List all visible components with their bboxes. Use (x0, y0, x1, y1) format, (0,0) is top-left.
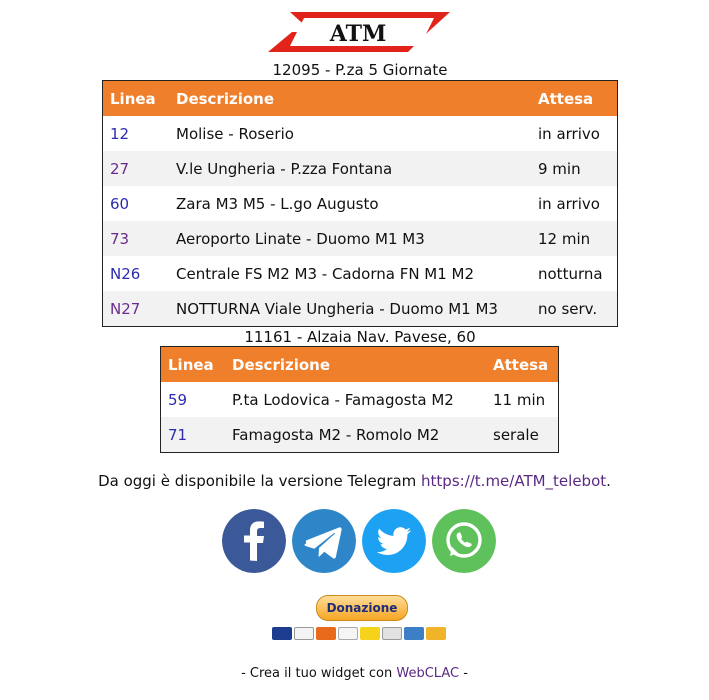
line-link[interactable]: 73 (110, 230, 129, 248)
footer-prefix: - Crea il tuo widget con (241, 666, 397, 681)
facebook-icon[interactable] (222, 509, 286, 573)
paypal-icon (338, 627, 358, 640)
header-description: Descrizione (169, 80, 531, 116)
bank-icon (426, 627, 446, 640)
table-row: 71 Famagosta M2 - Romolo M2 serale (160, 417, 559, 453)
telegram-icon[interactable] (292, 509, 356, 573)
row-wait: in arrivo (538, 194, 600, 213)
line-link[interactable]: 27 (110, 160, 129, 178)
header-wait: Attesa (486, 346, 559, 382)
header-line: Linea (160, 346, 225, 382)
row-description: Centrale FS M2 M3 - Cadorna FN M1 M2 (176, 264, 475, 283)
row-description: V.le Ungheria - P.zza Fontana (169, 151, 531, 186)
telegram-note-text: Da oggi è disponibile la versione Telegr… (98, 472, 422, 490)
payment-cards (272, 627, 448, 641)
table-row: 59 P.ta Lodovica - Famagosta M2 11 min (161, 382, 559, 417)
line-link[interactable]: N27 (110, 300, 140, 318)
line-link[interactable]: 60 (110, 195, 129, 213)
row-wait: 9 min (531, 151, 618, 186)
line-link[interactable]: 59 (168, 391, 187, 409)
twitter-icon[interactable] (362, 509, 426, 573)
footer-suffix: - (459, 666, 468, 681)
row-wait: notturna (538, 264, 603, 283)
header-line: Linea (102, 80, 169, 116)
social-share-bar (222, 509, 498, 573)
table-header-row: Linea Descrizione Attesa (160, 346, 559, 382)
line-link[interactable]: 71 (168, 426, 187, 444)
row-description: P.ta Lodovica - Famagosta M2 (232, 390, 454, 409)
line-link[interactable]: 12 (110, 125, 129, 143)
header-description: Descrizione (225, 346, 486, 382)
table-row: 27 V.le Ungheria - P.zza Fontana 9 min (102, 151, 618, 186)
table-row: 12 Molise - Roserio in arrivo (103, 116, 618, 151)
visa-icon (294, 627, 314, 640)
maestro-icon (272, 627, 292, 640)
table-header-row: Linea Descrizione Attesa (102, 80, 618, 116)
line-link[interactable]: N26 (110, 265, 140, 283)
row-description: NOTTURNA Viale Ungheria - Duomo M1 M3 (169, 291, 531, 327)
stop-title: 11161 - Alzaia Nav. Pavese, 60 (244, 328, 476, 346)
discover-icon (382, 627, 402, 640)
telegram-link[interactable]: https://t.me/ATM_telebot (421, 472, 606, 490)
postepay-icon (360, 627, 380, 640)
header-wait: Attesa (531, 80, 618, 116)
footer: - Crea il tuo widget con WebCLAC - (0, 666, 709, 681)
row-wait: in arrivo (538, 124, 600, 143)
arrivals-table: Linea Descrizione Attesa 12 Molise - Ros… (102, 80, 618, 327)
row-description: Famagosta M2 - Romolo M2 (225, 417, 486, 453)
stop-title: 12095 - P.za 5 Giornate (272, 61, 448, 79)
mastercard-icon (316, 627, 336, 640)
logo-text: ATM (329, 21, 387, 47)
table-row: 73 Aeroporto Linate - Duomo M1 M3 12 min (102, 221, 618, 256)
row-wait: 12 min (531, 221, 618, 256)
row-wait: serale (486, 417, 559, 453)
telegram-note: Da oggi è disponibile la versione Telegr… (0, 472, 709, 490)
row-description: Aeroporto Linate - Duomo M1 M3 (169, 221, 531, 256)
row-description: Zara M3 M5 - L.go Augusto (176, 194, 379, 213)
table-row: N27 NOTTURNA Viale Ungheria - Duomo M1 M… (102, 291, 618, 327)
whatsapp-icon[interactable] (432, 509, 496, 573)
row-wait: no serv. (531, 291, 618, 327)
webclac-link[interactable]: WebCLAC (396, 666, 459, 681)
donate-button[interactable]: Donazione (316, 595, 408, 621)
table-row: 60 Zara M3 M5 - L.go Augusto in arrivo (103, 186, 618, 221)
telegram-note-dot: . (606, 472, 611, 490)
table-row: N26 Centrale FS M2 M3 - Cadorna FN M1 M2… (103, 256, 618, 291)
atm-logo: ATM (268, 12, 450, 52)
row-description: Molise - Roserio (176, 124, 294, 143)
arrivals-table: Linea Descrizione Attesa 59 P.ta Lodovic… (160, 346, 559, 453)
amex-icon (404, 627, 424, 640)
row-wait: 11 min (493, 390, 546, 409)
